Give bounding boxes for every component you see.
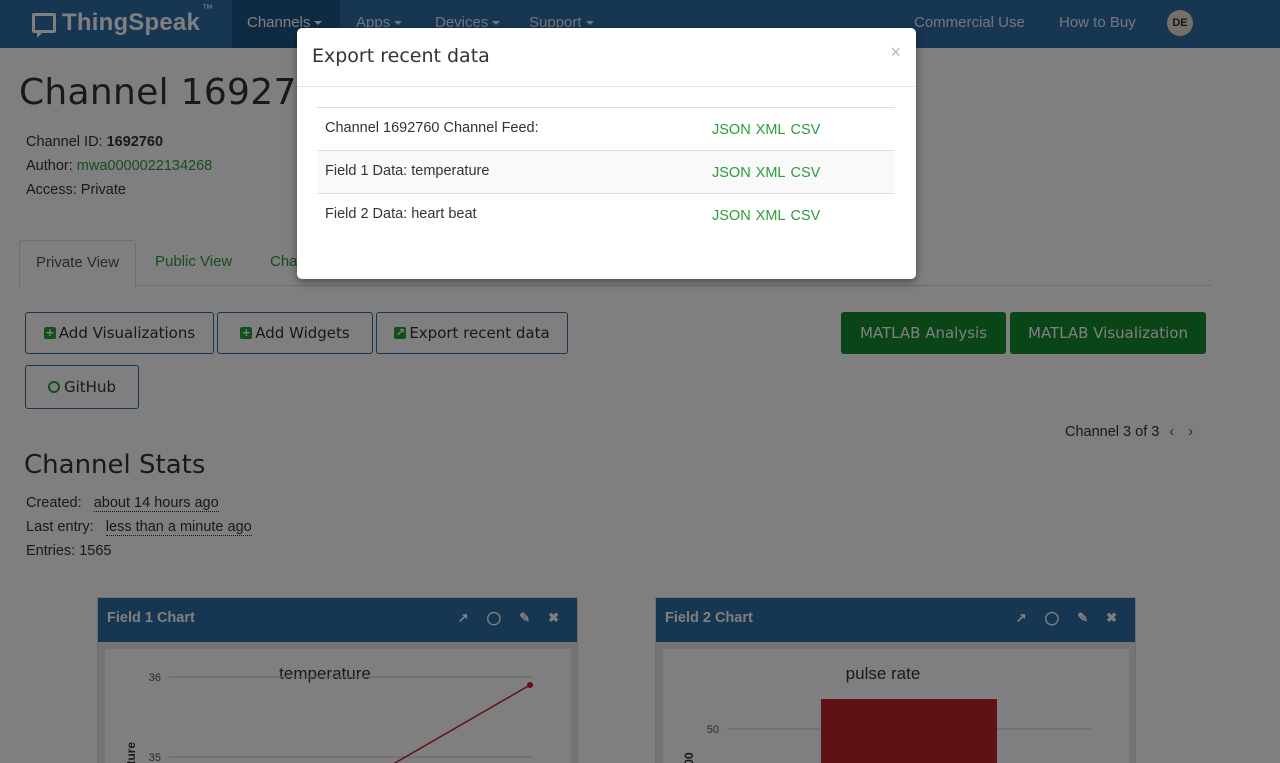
export-table: Channel 1692760 Channel Feed: JSON XML C… (317, 107, 895, 237)
export-row: Field 1 Data: temperature JSON XML CSV (317, 151, 895, 194)
json-link[interactable]: JSON (712, 208, 751, 224)
close-icon[interactable]: × (890, 42, 901, 63)
export-row-label: Field 2 Data: heart beat (325, 206, 477, 222)
modal-header: Export recent data × (297, 28, 916, 87)
json-link[interactable]: JSON (712, 122, 751, 138)
csv-link[interactable]: CSV (791, 122, 821, 138)
export-row-label: Field 1 Data: temperature (325, 163, 490, 179)
export-row-label: Channel 1692760 Channel Feed: (325, 120, 539, 136)
csv-link[interactable]: CSV (791, 208, 821, 224)
export-row: Field 2 Data: heart beat JSON XML CSV (317, 194, 895, 237)
export-modal: Export recent data × Channel 1692760 Cha… (297, 28, 916, 279)
modal-title: Export recent data (312, 45, 490, 67)
csv-link[interactable]: CSV (791, 165, 821, 181)
xml-link[interactable]: XML (756, 208, 786, 224)
export-row: Channel 1692760 Channel Feed: JSON XML C… (317, 108, 895, 151)
xml-link[interactable]: XML (756, 122, 786, 138)
json-link[interactable]: JSON (712, 165, 751, 181)
xml-link[interactable]: XML (756, 165, 786, 181)
